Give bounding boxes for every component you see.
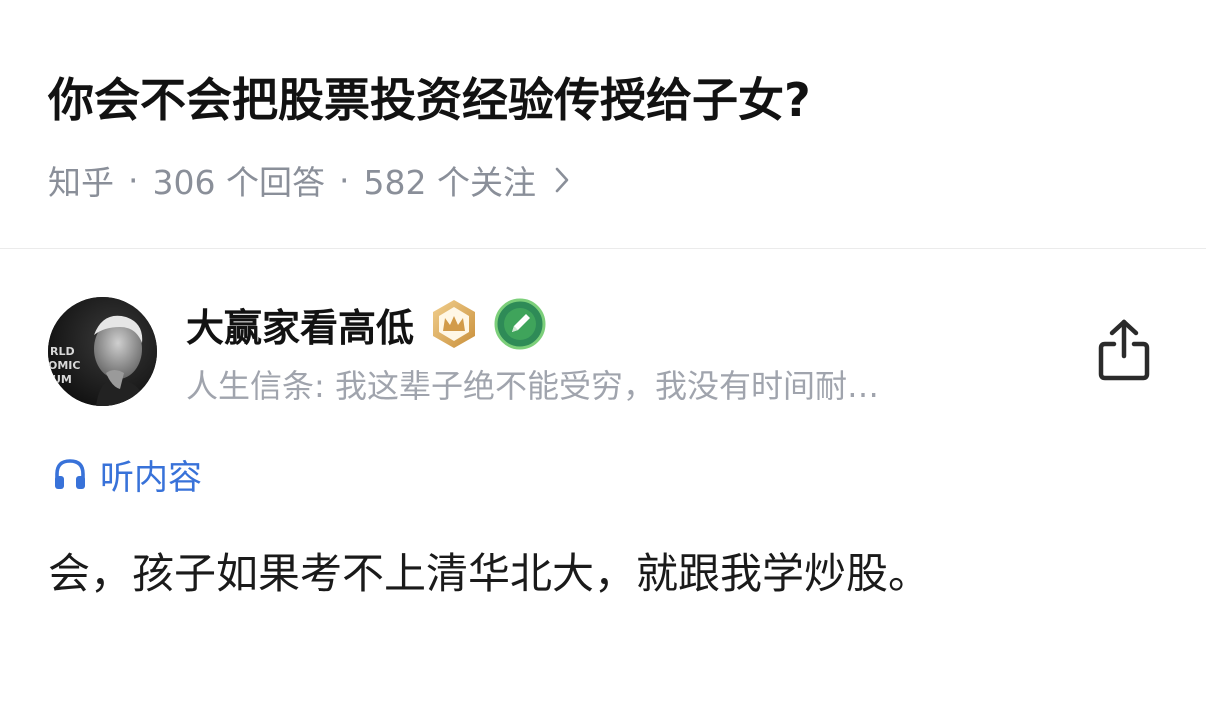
source-label: 知乎 [48,163,114,202]
chevron-right-icon[interactable] [554,166,570,194]
section-divider [0,248,1206,249]
meta-separator: · [338,160,350,200]
avatar[interactable]: RLD OMIC UM [48,297,157,406]
headphones-icon [55,459,85,489]
pencil-badge-icon[interactable] [494,298,546,350]
share-button[interactable] [1090,316,1158,384]
avatar-text: RLD [50,345,75,358]
listen-button[interactable]: 听内容 [52,448,202,500]
question-meta[interactable]: 知乎 · 306 个回答 · 582 个关注 [48,156,570,204]
share-icon [1098,319,1150,381]
author-header: 大赢家看高低 [186,296,546,352]
avatar-text: OMIC [48,359,80,372]
answer-count: 306 个回答 [152,163,325,202]
author-name[interactable]: 大赢家看高低 [186,297,414,352]
crown-badge-icon[interactable] [428,298,480,350]
avatar-text: UM [52,373,72,386]
author-bio: 人生信条: 我这辈子绝不能受穷，我没有时间耐… [186,367,879,405]
meta-separator: · [128,160,139,200]
answer-text[interactable]: 会，孩子如果考不上清华北大，就跟我学炒股。 [48,540,1168,608]
question-title[interactable]: 你会不会把股票投资经验传授给子女? [48,68,1148,132]
follower-count: 582 个关注 [363,163,536,202]
listen-label: 听内容 [100,457,202,498]
